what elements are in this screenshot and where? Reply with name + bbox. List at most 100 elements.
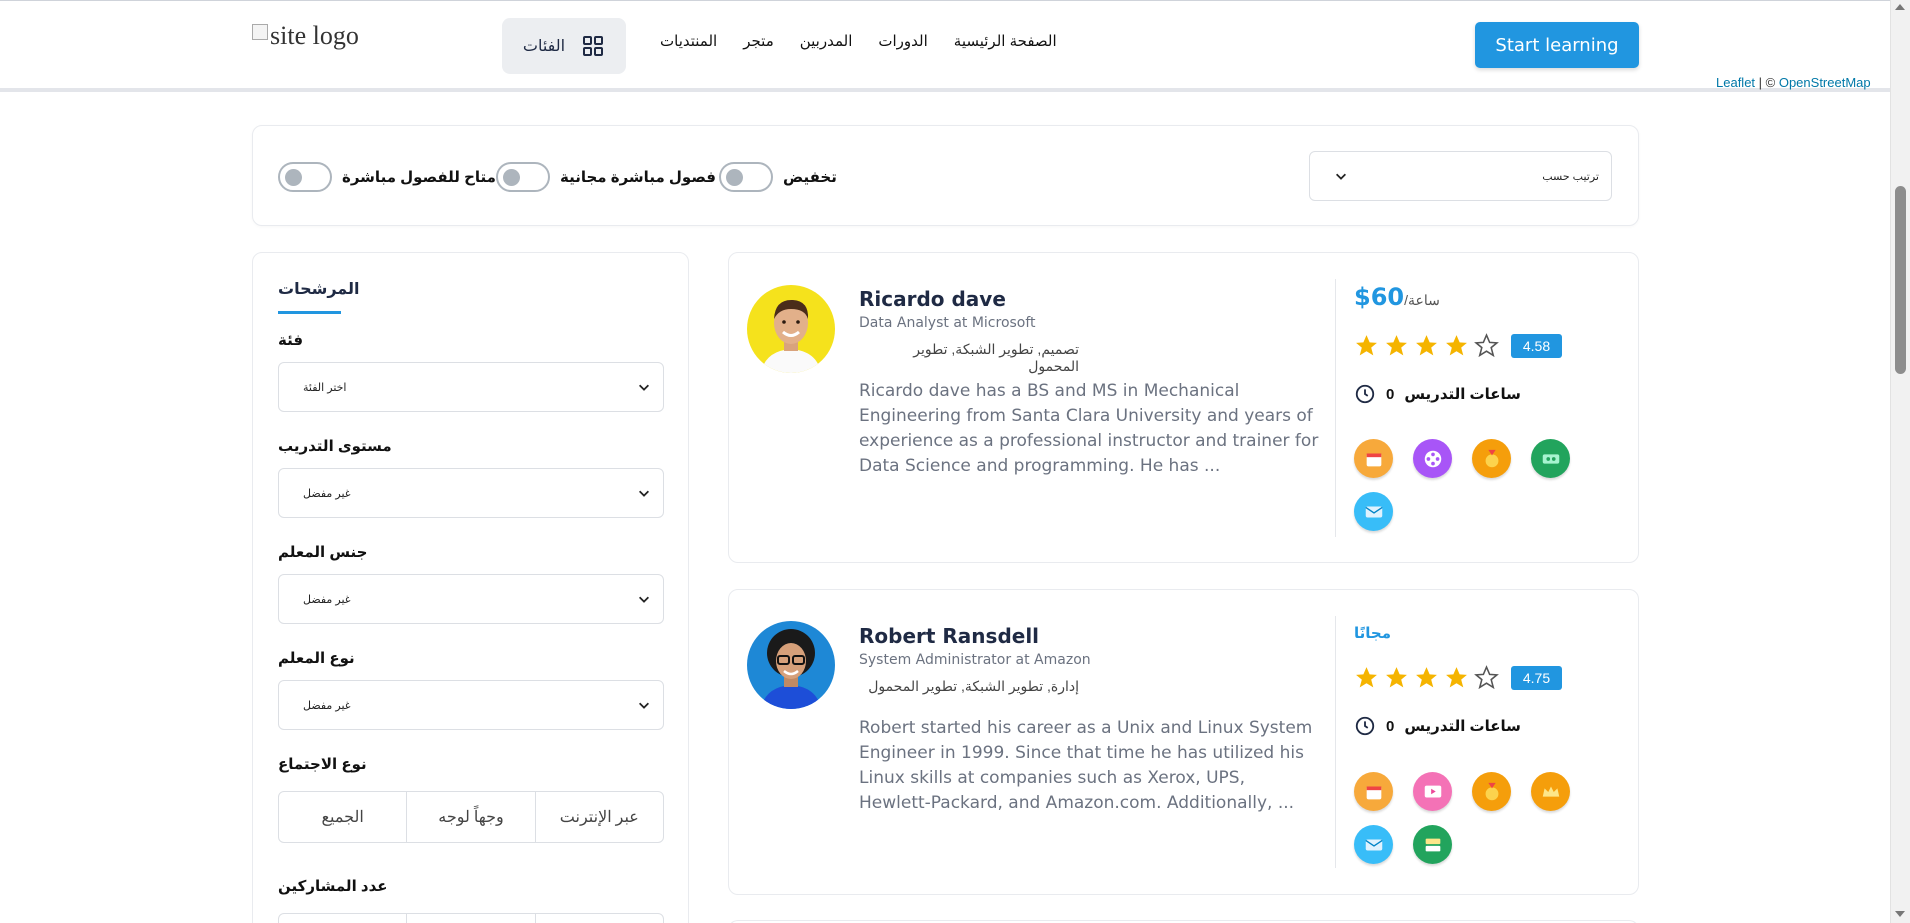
grid-icon <box>583 36 604 56</box>
sort-by-select[interactable]: ترتيب حسب <box>1309 151 1612 201</box>
meeting-type-online[interactable]: عبر الإنترنت <box>536 792 663 842</box>
star-filled-icon <box>1446 667 1467 688</box>
teaching-hours-label: ساعات التدريس <box>1404 386 1521 403</box>
star-filled-icon <box>1446 335 1467 356</box>
instructor-categories: إدارة, تطوير الشبكة, تطوير المحمول <box>868 678 1079 694</box>
avatar[interactable] <box>747 621 835 709</box>
category-select[interactable]: اختر الفئة <box>278 362 664 412</box>
star-rating <box>1354 665 1499 690</box>
star-filled-icon <box>1416 667 1437 688</box>
map-attribution: Leaflet | © OpenStreetMap <box>1716 75 1871 90</box>
toggle-live-classes-label: متاح للفصول مباشرة <box>342 169 496 186</box>
card-divider <box>1335 279 1336 537</box>
openstreetmap-link[interactable]: OpenStreetMap <box>1779 75 1871 90</box>
training-level-select[interactable]: غير مفضل <box>278 468 664 518</box>
instructor-name[interactable]: Robert Ransdell <box>859 624 1039 648</box>
toggle-free-live-classes-label: فصول مباشرة مجانية <box>560 169 716 186</box>
toggle-live-classes[interactable]: متاح للفصول مباشرة <box>278 162 496 192</box>
category-label: فئة <box>278 332 304 349</box>
teacher-type-value: غير مفضل <box>303 699 351 712</box>
attribution-separator: | © <box>1755 75 1779 90</box>
badges-list <box>1354 439 1594 531</box>
meeting-type-label: نوع الاجتماع <box>278 756 367 773</box>
hourly-price: $60/ساعة <box>1354 283 1440 311</box>
avatar[interactable] <box>747 285 835 373</box>
scroll-thumb[interactable] <box>1895 186 1906 374</box>
teacher-gender-select[interactable]: غير مفضل <box>278 574 664 624</box>
instructor-job: Data Analyst at Microsoft <box>859 315 1036 331</box>
medal-badge-icon[interactable] <box>1472 772 1511 811</box>
clock-icon <box>1355 716 1375 736</box>
toggle-free-live-classes[interactable]: فصول مباشرة مجانية <box>496 162 716 192</box>
nav-item-forums[interactable]: المنتديات <box>660 32 717 50</box>
chevron-down-icon <box>639 490 649 497</box>
clock-icon <box>1355 384 1375 404</box>
star-filled-icon <box>1386 335 1407 356</box>
star-filled-icon <box>1386 667 1407 688</box>
filters-title: المرشحات <box>278 281 360 298</box>
toggle-discount-switch[interactable] <box>719 162 773 192</box>
filters-sidebar: المرشحات فئة اختر الفئة مستوى التدريب غي… <box>252 252 689 923</box>
site-logo-alt: site logo <box>270 21 359 50</box>
star-filled-icon <box>1356 335 1377 356</box>
teaching-hours-value: 0 <box>1386 385 1395 403</box>
nav-item-instructors[interactable]: المدربين <box>800 32 853 50</box>
sort-by-value: ترتيب حسب <box>1542 170 1599 183</box>
teacher-type-label: نوع المعلم <box>278 650 355 667</box>
teacher-type-select[interactable]: غير مفضل <box>278 680 664 730</box>
toggle-free-live-classes-switch[interactable] <box>496 162 550 192</box>
star-empty-icon <box>1474 665 1499 690</box>
medal-badge-icon[interactable] <box>1472 439 1511 478</box>
nav-item-store[interactable]: متجر <box>743 32 774 50</box>
crown-badge-icon[interactable] <box>1531 772 1570 811</box>
participants-option[interactable] <box>279 914 408 923</box>
teacher-gender-value: غير مفضل <box>303 593 351 606</box>
participants-segmented <box>278 913 664 923</box>
meeting-type-segmented: الجميع وجهاً لوجه عبر الإنترنت <box>278 791 664 843</box>
teacher-gender-label: جنس المعلم <box>278 544 368 561</box>
page-scrollbar[interactable] <box>1890 0 1910 923</box>
instructor-bio: Ricardo dave has a BS and MS in Mechanic… <box>859 381 1319 476</box>
layers-badge-icon[interactable] <box>1413 825 1452 864</box>
participants-option[interactable] <box>536 914 663 923</box>
start-learning-button[interactable]: Start learning <box>1475 22 1639 68</box>
calendar-badge-icon[interactable] <box>1354 439 1393 478</box>
scroll-up-arrow-icon[interactable] <box>1895 4 1905 10</box>
instructor-card[interactable]: Robert Ransdell System Administrator at … <box>728 589 1639 895</box>
star-rating <box>1354 333 1499 358</box>
film-reel-badge-icon[interactable] <box>1413 439 1452 478</box>
mail-badge-icon[interactable] <box>1354 492 1393 531</box>
instructor-job: System Administrator at Amazon <box>859 652 1091 668</box>
teaching-hours: 0 ساعات التدريس <box>1354 383 1521 405</box>
calendar-badge-icon[interactable] <box>1354 772 1393 811</box>
leaflet-link[interactable]: Leaflet <box>1716 75 1755 90</box>
instructor-card[interactable]: Ricardo dave Data Analyst at Microsoft ت… <box>728 252 1639 563</box>
nav-item-home[interactable]: الصفحة الرئيسية <box>954 32 1057 50</box>
participants-option[interactable] <box>407 914 536 923</box>
price-amount: $60 <box>1354 283 1405 311</box>
toggle-live-classes-switch[interactable] <box>278 162 332 192</box>
instructor-name[interactable]: Ricardo dave <box>859 287 1006 311</box>
broken-image-icon <box>252 24 268 40</box>
star-filled-icon <box>1416 335 1437 356</box>
training-level-value: غير مفضل <box>303 487 351 500</box>
nav-item-courses[interactable]: الدورات <box>878 32 927 50</box>
toggle-discount[interactable]: تخفيض <box>719 162 837 192</box>
scroll-down-arrow-icon[interactable] <box>1895 911 1905 917</box>
top-filter-bar: متاح للفصول مباشرة فصول مباشرة مجانية تخ… <box>252 125 1639 226</box>
filters-title-underline <box>278 311 341 314</box>
ticket-badge-icon[interactable] <box>1531 439 1570 478</box>
main-nav: الصفحة الرئيسية الدورات المدربين متجر ال… <box>660 32 1057 50</box>
free-price: مجانًا <box>1354 625 1391 642</box>
price-unit: /ساعة <box>1404 292 1440 308</box>
toggle-discount-label: تخفيض <box>783 169 837 186</box>
meeting-type-all[interactable]: الجميع <box>279 792 408 842</box>
training-level-label: مستوى التدريب <box>278 438 392 455</box>
meeting-type-in-person[interactable]: وجهاً لوجه <box>407 792 536 842</box>
badges-list <box>1354 772 1594 864</box>
chevron-down-icon <box>1336 173 1346 180</box>
categories-button[interactable]: الفئات <box>502 18 626 74</box>
mail-badge-icon[interactable] <box>1354 825 1393 864</box>
video-badge-icon[interactable] <box>1413 772 1452 811</box>
site-logo[interactable]: site logo <box>252 21 359 51</box>
